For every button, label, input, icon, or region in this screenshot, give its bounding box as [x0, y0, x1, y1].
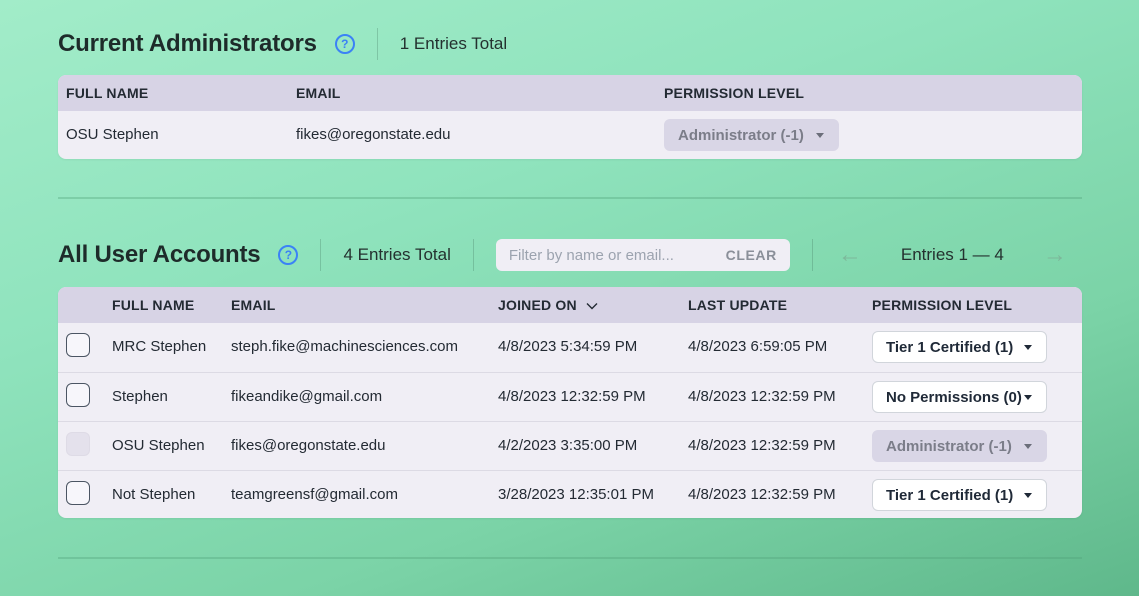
- column-permission-level: PERMISSION LEVEL: [872, 297, 1013, 313]
- admins-table-header: FULL NAME EMAIL PERMISSION LEVEL: [58, 75, 1082, 111]
- permission-value: Administrator (-1): [678, 126, 804, 144]
- users-entries-total: 4 Entries Total: [343, 245, 451, 264]
- help-icon[interactable]: ?: [334, 34, 355, 54]
- user-joined: 4/8/2023 5:34:59 PM: [498, 338, 638, 355]
- users-table-header: FULL NAME EMAIL JOINED ON LAST UPDATE PE…: [58, 287, 1082, 323]
- permission-value: Tier 1 Certified (1): [886, 338, 1014, 356]
- permission-select: Administrator (-1): [664, 119, 839, 151]
- user-name: Stephen: [112, 388, 168, 405]
- admins-table: FULL NAME EMAIL PERMISSION LEVEL OSU Ste…: [58, 75, 1082, 159]
- user-joined: 4/2/2023 3:35:00 PM: [498, 437, 638, 454]
- help-icon[interactable]: ?: [278, 245, 299, 265]
- user-updated: 4/8/2023 12:32:59 PM: [688, 437, 836, 454]
- column-last-update: LAST UPDATE: [688, 297, 788, 313]
- user-updated: 4/8/2023 12:32:59 PM: [688, 388, 836, 405]
- next-page-arrow-icon[interactable]: →: [1040, 241, 1070, 269]
- permission-value: No Permissions (0): [886, 388, 1022, 406]
- permission-select[interactable]: Tier 1 Certified (1): [872, 479, 1047, 511]
- column-email: EMAIL: [231, 297, 276, 313]
- clear-button[interactable]: CLEAR: [726, 247, 777, 263]
- caret-down-icon: [1024, 444, 1032, 449]
- admins-header: Current Administrators ? 1 Entries Total: [58, 28, 507, 60]
- user-joined: 3/28/2023 12:35:01 PM: [498, 486, 654, 503]
- pager-label: Entries 1 — 4: [900, 245, 1004, 264]
- row-checkbox[interactable]: [66, 481, 90, 505]
- previous-page-arrow-icon[interactable]: ←: [835, 241, 865, 269]
- user-email: fikeandike@gmail.com: [231, 388, 383, 405]
- users-header: All User Accounts ? 4 Entries Total CLEA…: [58, 239, 1070, 271]
- header-divider: [320, 239, 322, 271]
- row-checkbox[interactable]: [66, 383, 90, 407]
- column-joined-on-label: JOINED ON: [498, 297, 577, 313]
- column-full-name: FULL NAME: [66, 85, 149, 101]
- column-full-name: FULL NAME: [112, 297, 195, 313]
- header-divider: [811, 239, 813, 271]
- admins-title: Current Administrators: [58, 30, 317, 57]
- table-row: Not Stephen teamgreensf@gmail.com 3/28/2…: [58, 470, 1082, 518]
- header-divider: [472, 239, 474, 271]
- caret-down-icon: [1024, 345, 1032, 350]
- user-updated: 4/8/2023 6:59:05 PM: [688, 338, 828, 355]
- admin-name: OSU Stephen: [66, 126, 159, 143]
- caret-down-icon: [816, 133, 824, 138]
- admin-email: fikes@oregonstate.edu: [296, 126, 451, 143]
- filter-box: CLEAR: [495, 239, 790, 271]
- users-table: FULL NAME EMAIL JOINED ON LAST UPDATE PE…: [58, 287, 1082, 518]
- caret-down-icon: [1024, 395, 1032, 400]
- permission-select: Administrator (-1): [872, 430, 1047, 462]
- user-name: OSU Stephen: [112, 437, 205, 454]
- caret-down-icon: [1024, 493, 1032, 498]
- chevron-down-icon: [586, 303, 598, 310]
- column-permission-level: PERMISSION LEVEL: [664, 85, 805, 101]
- table-row: Stephen fikeandike@gmail.com 4/8/2023 12…: [58, 372, 1082, 421]
- permission-value: Administrator (-1): [886, 437, 1012, 455]
- user-email: teamgreensf@gmail.com: [231, 486, 398, 503]
- user-joined: 4/8/2023 12:32:59 PM: [498, 388, 646, 405]
- user-name: Not Stephen: [112, 486, 196, 503]
- filter-input[interactable]: [508, 246, 709, 264]
- table-row: OSU Stephen fikes@oregonstate.edu 4/2/20…: [58, 421, 1082, 470]
- user-email: steph.fike@machinesciences.com: [231, 338, 458, 355]
- permission-select[interactable]: Tier 1 Certified (1): [872, 331, 1047, 363]
- row-checkbox: [66, 432, 90, 456]
- admins-entries-total: 1 Entries Total: [399, 34, 508, 53]
- user-name: MRC Stephen: [112, 338, 207, 355]
- row-checkbox[interactable]: [66, 333, 90, 357]
- permission-select[interactable]: No Permissions (0): [872, 381, 1047, 413]
- user-updated: 4/8/2023 12:32:59 PM: [688, 486, 836, 503]
- table-row: OSU Stephen fikes@oregonstate.edu Admini…: [58, 111, 1082, 159]
- table-row: MRC Stephen steph.fike@machinesciences.c…: [58, 323, 1082, 372]
- column-email: EMAIL: [296, 85, 341, 101]
- header-divider: [376, 28, 378, 60]
- users-title: All User Accounts: [58, 241, 261, 268]
- user-email: fikes@oregonstate.edu: [231, 437, 386, 454]
- section-divider: [58, 197, 1082, 199]
- column-joined-on[interactable]: JOINED ON: [498, 287, 598, 323]
- section-divider: [58, 557, 1082, 559]
- permission-value: Tier 1 Certified (1): [886, 486, 1014, 504]
